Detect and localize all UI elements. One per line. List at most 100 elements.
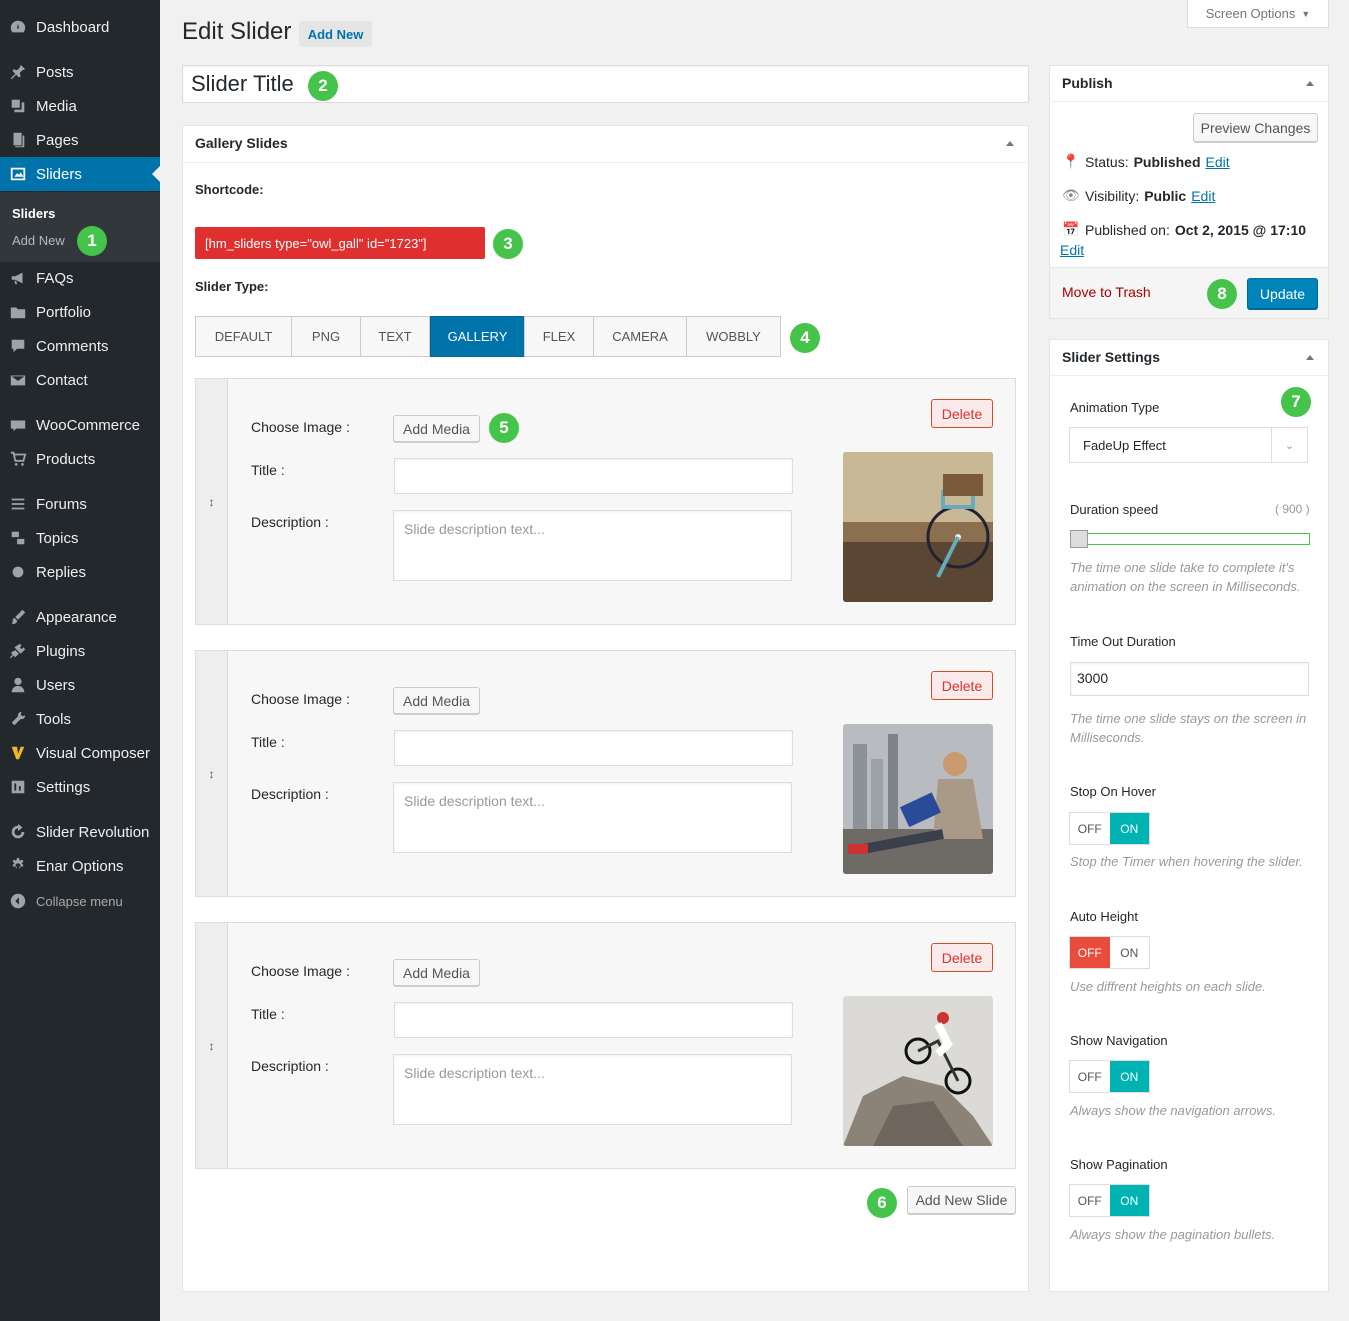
menu-woocommerce[interactable]: WooCommerce — [0, 408, 160, 442]
tab-gallery[interactable]: GALLERY — [430, 316, 525, 357]
callout-badge-4: 4 — [790, 323, 820, 353]
menu-portfolio[interactable]: Portfolio — [0, 295, 160, 329]
menu-appearance[interactable]: Appearance — [0, 600, 160, 634]
slide-image-laptop-man[interactable] — [843, 724, 993, 874]
forum-icon — [0, 495, 36, 513]
slide-title-input[interactable] — [394, 730, 793, 766]
menu-enar-options[interactable]: Enar Options — [0, 849, 160, 883]
delete-slide-button[interactable]: Delete — [931, 399, 993, 428]
add-media-button[interactable]: Add Media — [393, 959, 480, 986]
auto-height-toggle[interactable]: OFF ON — [1069, 936, 1150, 969]
delete-slide-button[interactable]: Delete — [931, 671, 993, 700]
duration-slider-track[interactable] — [1070, 533, 1310, 545]
slide-description-textarea[interactable]: Slide description text... — [393, 782, 792, 853]
status-row: 📍 Status: Published Edit — [1062, 153, 1230, 170]
choose-image-label: Choose Image : — [251, 691, 350, 707]
menu-collapse[interactable]: Collapse menu — [0, 884, 160, 918]
drag-handle-icon[interactable]: ↕ — [196, 923, 228, 1168]
menu-users[interactable]: Users — [0, 668, 160, 702]
menu-sliders[interactable]: Sliders — [0, 157, 160, 191]
menu-tools[interactable]: Tools — [0, 702, 160, 736]
description-label: Description : — [251, 514, 329, 530]
add-new-slide-button[interactable]: Add New Slide — [907, 1186, 1016, 1214]
animation-type-select[interactable]: FadeUp Effect ⌄ — [1069, 427, 1308, 463]
toggle-off[interactable]: OFF — [1070, 1185, 1110, 1216]
tab-default[interactable]: DEFAULT — [195, 316, 292, 357]
drag-handle-icon[interactable]: ↕ — [196, 379, 228, 624]
collapse-arrow-icon[interactable] — [1306, 355, 1314, 360]
toggle-on[interactable]: ON — [1109, 813, 1149, 844]
toggle-on[interactable]: ON — [1110, 937, 1150, 968]
folder-icon — [0, 303, 36, 321]
auto-height-note: Use diffrent heights on each slide. — [1070, 979, 1266, 994]
callout-badge-8: 8 — [1207, 279, 1237, 309]
slide-item: ↕ Choose Image : Add Media Title : Descr… — [195, 650, 1016, 897]
menu-pages[interactable]: Pages — [0, 123, 160, 157]
show-navigation-toggle[interactable]: OFF ON — [1069, 1060, 1150, 1093]
menu-visual-composer[interactable]: Visual Composer — [0, 736, 160, 770]
show-navigation-label: Show Navigation — [1070, 1033, 1168, 1048]
menu-dashboard[interactable]: Dashboard — [0, 10, 160, 44]
toggle-off[interactable]: OFF — [1070, 937, 1110, 968]
duration-note: The time one slide take to complete it's… — [1070, 560, 1301, 594]
shortcode-label: Shortcode: — [195, 182, 264, 197]
move-to-trash-link[interactable]: Move to Trash — [1062, 284, 1151, 300]
drag-handle-icon[interactable]: ↕ — [196, 651, 228, 896]
toggle-on[interactable]: ON — [1109, 1185, 1149, 1216]
caret-down-icon: ▼ — [1301, 8, 1311, 19]
toggle-off[interactable]: OFF — [1070, 1061, 1110, 1092]
show-navigation-note: Always show the navigation arrows. — [1070, 1103, 1276, 1118]
collapse-arrow-icon[interactable] — [1306, 81, 1314, 86]
menu-comments[interactable]: Comments — [0, 329, 160, 363]
slide-description-textarea[interactable]: Slide description text... — [393, 1054, 792, 1125]
slide-title-input[interactable] — [394, 1002, 793, 1038]
toggle-on[interactable]: ON — [1109, 1061, 1149, 1092]
animation-value: FadeUp Effect — [1083, 437, 1166, 453]
tab-wobbly[interactable]: WOBBLY — [686, 316, 781, 357]
delete-slide-button[interactable]: Delete — [931, 943, 993, 972]
timeout-input[interactable]: 3000 — [1070, 662, 1309, 696]
menu-contact[interactable]: Contact — [0, 363, 160, 397]
add-media-button[interactable]: Add Media — [393, 415, 480, 442]
pin-icon: 📍 — [1062, 153, 1080, 169]
submenu-add-new[interactable]: Add New — [12, 233, 65, 248]
menu-faqs[interactable]: FAQs — [0, 261, 160, 295]
toggle-off[interactable]: OFF — [1070, 813, 1110, 844]
tab-flex[interactable]: FLEX — [524, 316, 594, 357]
menu-media[interactable]: Media — [0, 89, 160, 123]
menu-replies[interactable]: Replies — [0, 555, 160, 589]
user-icon — [0, 676, 36, 694]
preview-changes-button[interactable]: Preview Changes — [1193, 113, 1318, 142]
screen-options-tab[interactable]: Screen Options ▼ — [1187, 0, 1329, 28]
slide-image-mountain-bike[interactable] — [843, 996, 993, 1146]
edit-status-link[interactable]: Edit — [1206, 154, 1230, 170]
collapse-arrow-icon[interactable] — [1006, 141, 1014, 146]
edit-date-link[interactable]: Edit — [1060, 242, 1084, 258]
menu-posts[interactable]: Posts — [0, 55, 160, 89]
submenu-sliders[interactable]: Sliders — [12, 206, 55, 221]
menu-settings[interactable]: Settings — [0, 770, 160, 804]
refresh-icon — [0, 823, 36, 841]
edit-visibility-link[interactable]: Edit — [1191, 188, 1215, 204]
menu-slider-revolution[interactable]: Slider Revolution — [0, 815, 160, 849]
menu-forums[interactable]: Forums — [0, 487, 160, 521]
slide-image-bicycle[interactable] — [843, 452, 993, 602]
menu-topics[interactable]: Topics — [0, 521, 160, 555]
add-media-button[interactable]: Add Media — [393, 687, 480, 714]
add-new-slider-button[interactable]: Add New — [299, 21, 372, 47]
timeout-note: The time one slide stays on the screen i… — [1070, 711, 1307, 745]
menu-products[interactable]: Products — [0, 442, 160, 476]
tab-png[interactable]: PNG — [291, 316, 361, 357]
shortcode-box[interactable]: [hm_sliders type="owl_gall" id="1723"] — [195, 227, 485, 259]
duration-slider-handle[interactable] — [1070, 530, 1088, 548]
slide-description-textarea[interactable]: Slide description text... — [393, 510, 792, 581]
stop-on-hover-toggle[interactable]: OFF ON — [1069, 812, 1150, 845]
slide-title-input[interactable] — [394, 458, 793, 494]
menu-plugins[interactable]: Plugins — [0, 634, 160, 668]
admin-sidebar: Dashboard Posts Media Pages Sliders Slid… — [0, 0, 160, 1321]
pin-icon — [0, 63, 36, 81]
show-pagination-toggle[interactable]: OFF ON — [1069, 1184, 1150, 1217]
tab-camera[interactable]: CAMERA — [593, 316, 687, 357]
update-button[interactable]: Update — [1247, 278, 1318, 309]
tab-text[interactable]: TEXT — [360, 316, 430, 357]
